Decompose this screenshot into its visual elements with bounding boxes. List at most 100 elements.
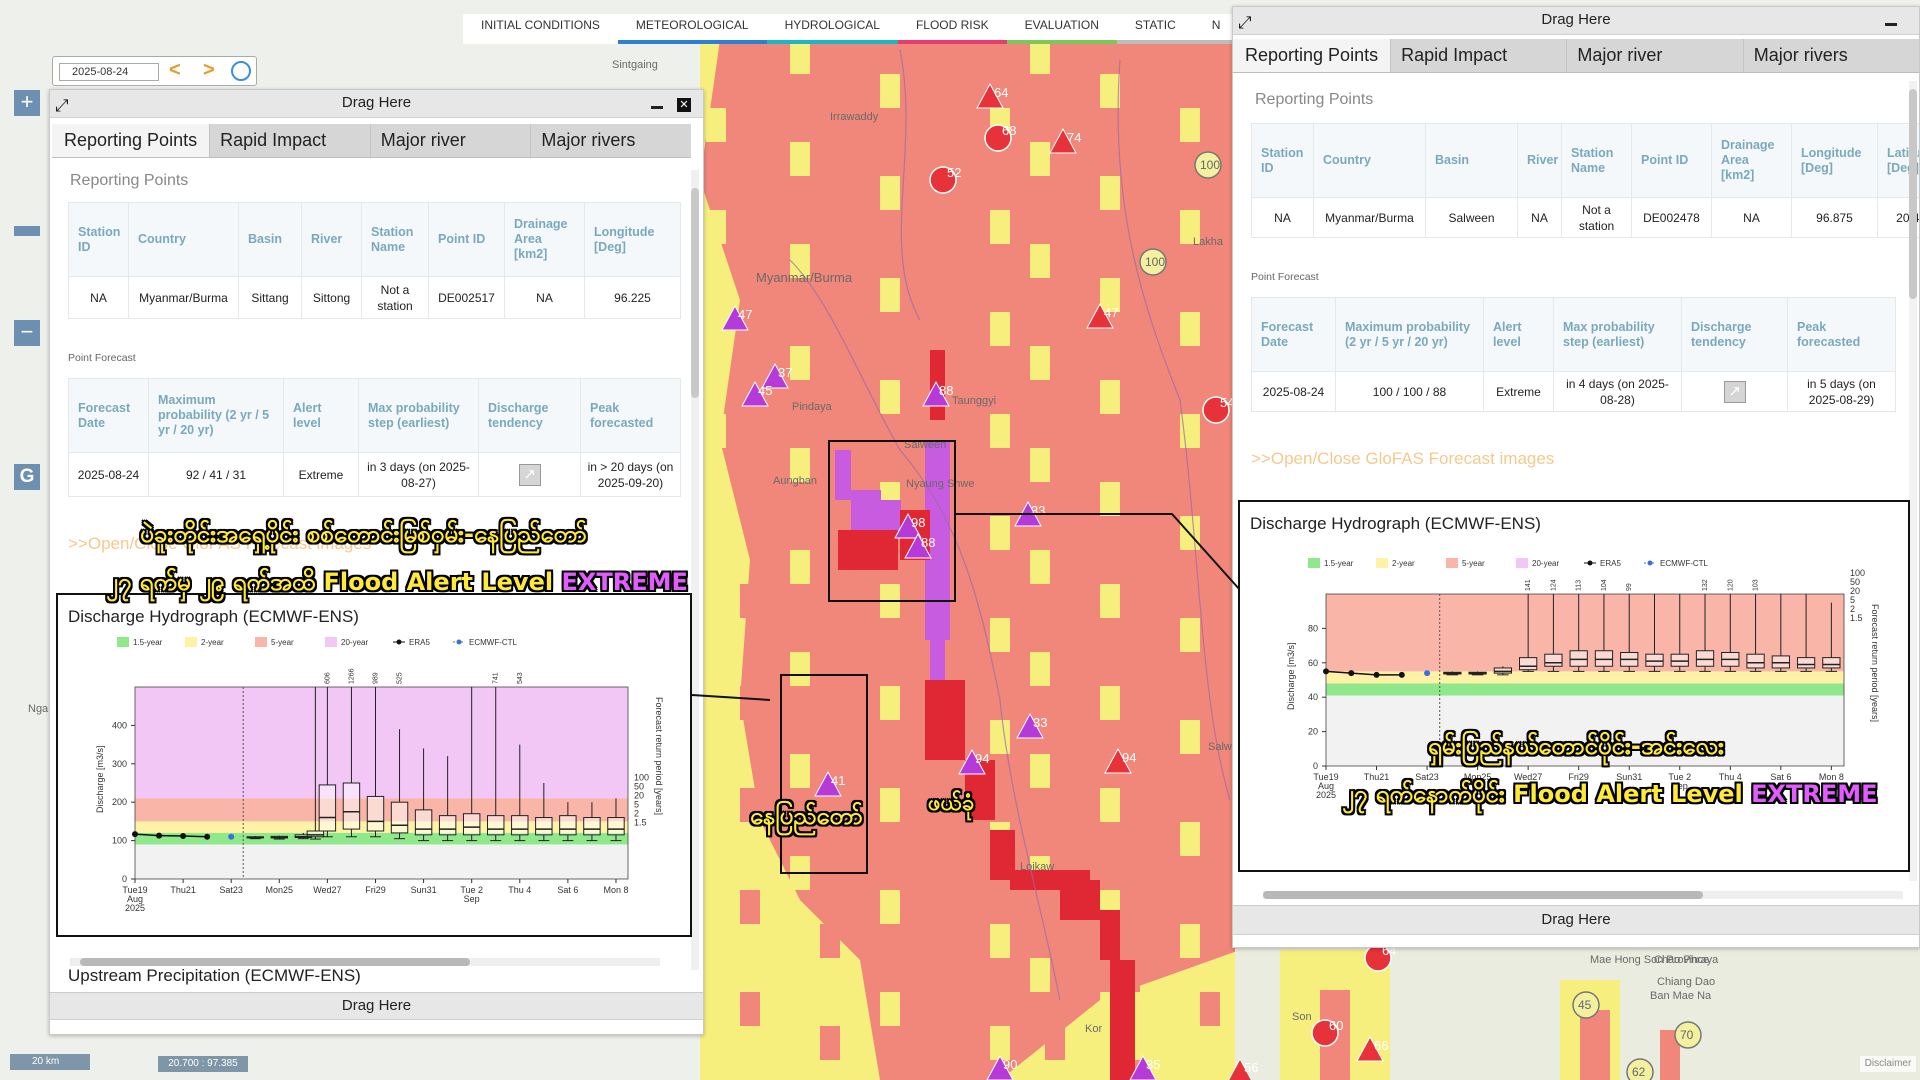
right-drag-handle-bottom[interactable]: Drag Here (1233, 905, 1919, 935)
right-discharge-hydrograph: Discharge Hydrograph (ECMWF-ENS) 0 20 40 60… (1238, 500, 1910, 872)
svg-text:68: 68 (1002, 123, 1016, 138)
prev-date-button[interactable]: < (169, 59, 181, 82)
map-place-label: Nga (28, 703, 49, 715)
legend-swatch (325, 637, 337, 647)
era5-line (183, 835, 208, 838)
nav-tab-label: INITIAL CONDITIONS (481, 18, 600, 32)
point-forecast-title: Point Forecast (68, 352, 136, 364)
nav-tab-2[interactable]: HYDROLOGICAL (766, 14, 898, 44)
drag-label: Drag Here (341, 94, 412, 111)
map-place-label: Ban Mae Na (1650, 990, 1712, 1002)
nav-tab-0[interactable]: INITIAL CONDITIONS (463, 14, 618, 44)
zoom-out-button[interactable]: − (14, 320, 40, 346)
ctl-point (228, 833, 235, 840)
y-tick-label: 20 (1308, 727, 1318, 737)
tab-major-river[interactable]: Major river (1566, 39, 1742, 72)
forecast-box (1443, 671, 1462, 676)
right-horizontal-scrollbar[interactable] (1263, 891, 1903, 899)
left-forecast-table: Forecast Date Maximum probability (2 yr /… (68, 378, 681, 497)
next-date-button[interactable]: > (203, 59, 215, 82)
right-station-table: Station ID Country Basin River Station Name P… (1251, 123, 1919, 238)
tab-reporting-points[interactable]: Reporting Points (52, 124, 210, 157)
nav-tab-label: EVALUATION (1024, 18, 1099, 32)
tab-major-rivers[interactable]: Major rivers (530, 124, 691, 157)
table-cell: in 4 days (on 2025-08-28) (1553, 371, 1682, 412)
svg-text:37: 37 (778, 365, 792, 380)
nav-tab-3[interactable]: FLOOD RISK (897, 14, 1007, 44)
map-place-label: Loikaw (1020, 861, 1054, 873)
nav-tab-underline (463, 40, 618, 44)
y-tick-label: 0 (122, 874, 127, 884)
left-vertical-scrollbar[interactable] (691, 170, 699, 970)
svg-text:94: 94 (1122, 750, 1136, 765)
expand-icon[interactable]: ⤢ (1238, 10, 1252, 36)
nav-tab-1[interactable]: METEOROLOGICAL (617, 14, 767, 44)
svg-text:74: 74 (1067, 130, 1081, 145)
close-button[interactable]: ✕ (677, 97, 691, 112)
nav-tab-label: STATIC (1134, 18, 1176, 32)
zoom-in-button[interactable]: + (14, 90, 40, 116)
zoom-slider[interactable] (14, 226, 40, 236)
table-cell: ↗ (478, 452, 581, 497)
x-tick-label: 2025 (1316, 790, 1336, 800)
table-cell: Salween (1425, 197, 1518, 238)
tab-rapid-impact[interactable]: Rapid Impact (209, 124, 370, 157)
google-layer-button[interactable]: G (14, 464, 40, 490)
drag-label: Drag Here (1541, 911, 1611, 928)
glofas-link[interactable]: >>Open/Close GloFAS Forecast images (1251, 449, 1554, 469)
minimize-button[interactable] (1885, 22, 1897, 26)
right-annotation-line2: ၂၇ ရက်နောက်ပိုင်း Flood Alert Level EXTR… (1342, 778, 1878, 814)
map-place-label: Irrawaddy (830, 111, 879, 123)
left-drag-handle[interactable]: ⤢ Drag Here ✕ (50, 90, 703, 118)
left-horizontal-scrollbar[interactable] (70, 958, 660, 966)
tab-major-rivers[interactable]: Major rivers (1742, 39, 1919, 72)
scale-bar: 20 km (10, 1054, 90, 1070)
column-header: Alert level (1483, 297, 1554, 372)
table-cell: Myanmar/Burma (1313, 197, 1426, 238)
table-cell: Not a station (361, 276, 429, 319)
table-cell: NA (1251, 197, 1314, 238)
tab-rapid-impact[interactable]: Rapid Impact (1390, 39, 1566, 72)
nav-tab-4[interactable]: EVALUATION (1006, 14, 1117, 44)
map-place-label: Son (1292, 1011, 1312, 1023)
max-value-label: 99 (1626, 583, 1633, 591)
x-tick-label: Fri29 (365, 885, 386, 895)
y-axis-label: Discharge [m3/s] (1286, 642, 1296, 710)
date-input[interactable]: 2025-08-24 (59, 63, 159, 81)
max-value-label: 1266 (348, 668, 355, 684)
max-value-label: 103 (1753, 579, 1760, 591)
pekhon-label: ဖယ်ခုံ (928, 791, 975, 816)
map-place-label: Chao Phraya (1654, 954, 1719, 966)
nav-tab-underline (897, 40, 1007, 44)
map-place-label: Salw (1208, 741, 1232, 753)
right-vertical-scrollbar[interactable] (1909, 81, 1917, 881)
expand-icon[interactable]: ⤢ (55, 93, 69, 119)
nav-tab-label: FLOOD RISK (915, 18, 989, 32)
max-value-label: 132 (1702, 579, 1709, 591)
legend-label: 1.5-year (1324, 559, 1354, 568)
minimize-button[interactable] (651, 105, 663, 109)
disclaimer-link[interactable]: Disclaimer (1860, 1056, 1916, 1072)
column-header: Drainage Area [km2] (1711, 123, 1792, 198)
column-header: Station ID (68, 202, 129, 277)
left-tab-bar: Reporting Points Rapid Impact Major river M… (52, 124, 691, 158)
flood-marker-yellow: 45 (1572, 991, 1600, 1019)
clock-icon[interactable] (231, 61, 251, 81)
left-annotation-line2: ၂၇ ရက်မှ ၂၉ ရက်အထိ Flood Alert Level EXT… (106, 566, 688, 602)
column-header: Forecast Date (68, 378, 149, 453)
nav-tab-5[interactable]: STATIC (1116, 14, 1194, 44)
point-forecast-title: Point Forecast (1251, 271, 1319, 283)
max-value-label: 141 (1525, 579, 1532, 591)
column-header: Longitude [Deg] (584, 202, 681, 277)
naypyitaw-label: နေပြည်တော် (750, 802, 863, 830)
right-drag-handle[interactable]: ⤢ Drag Here (1233, 7, 1919, 35)
column-header: Alert level (283, 378, 359, 453)
nav-tab-label: N (1211, 18, 1221, 32)
drag-label: Drag Here (1541, 11, 1611, 28)
left-drag-handle-bottom[interactable]: Drag Here (50, 992, 703, 1020)
y-axis-label: Discharge [m3/s] (95, 745, 105, 813)
tab-major-river[interactable]: Major river (369, 124, 531, 157)
table-cell: NA (504, 276, 585, 319)
column-header: Basin (1425, 123, 1518, 198)
tab-reporting-points[interactable]: Reporting Points (1233, 39, 1391, 72)
